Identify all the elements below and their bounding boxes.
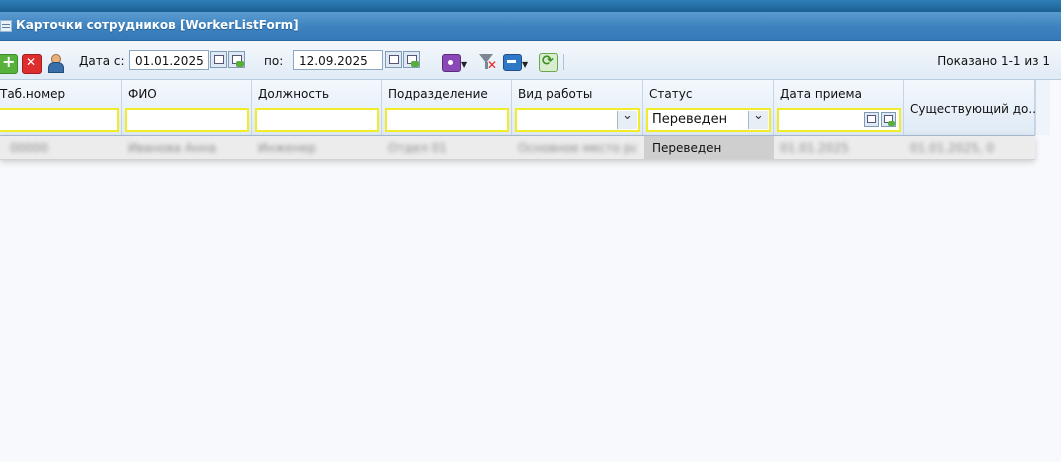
column-title: Дата приема: [780, 87, 862, 101]
filter-fio-input[interactable]: [125, 108, 249, 132]
window-list-icon: [0, 20, 12, 32]
filter-x-mark: ✕: [487, 58, 498, 72]
calendar-icon[interactable]: [864, 112, 879, 127]
user-icon[interactable]: [46, 54, 64, 73]
delete-icon[interactable]: [22, 54, 42, 74]
chevron-down-icon[interactable]: [748, 108, 768, 129]
column-title: Таб.номер: [0, 87, 66, 101]
filter-department-input[interactable]: [385, 108, 509, 132]
date-from-calendar-icon[interactable]: [210, 51, 227, 68]
cell-department: Отдел 01: [388, 141, 447, 155]
cell-status-text: Переведен: [652, 141, 722, 155]
print-icon[interactable]: [503, 54, 522, 71]
toolbar: Дата с: 01.01.2025 по: 12.09.2025 ▼ ✕ ▼ …: [0, 41, 1061, 80]
chevron-down-icon[interactable]: [617, 108, 637, 129]
records-shown-text: Показано 1-1 из 1: [937, 54, 1050, 68]
date-to-calendar-icon[interactable]: [385, 51, 402, 68]
cell-status: Переведен: [644, 136, 774, 159]
add-icon[interactable]: [0, 52, 18, 74]
date-to-input[interactable]: 12.09.2025: [293, 50, 383, 70]
date-from-apply-icon[interactable]: [228, 51, 245, 68]
filter-tab-number-input[interactable]: [0, 108, 119, 132]
actions-menu-icon[interactable]: [442, 54, 461, 72]
print-menu-caret[interactable]: ▼: [522, 60, 528, 69]
column-fio[interactable]: ФИО: [122, 80, 252, 135]
grid-header: Таб.номер ФИО Должность Подразделение Ви…: [0, 80, 1040, 136]
column-department[interactable]: Подразделение: [382, 80, 512, 135]
date-to-apply-icon[interactable]: [403, 51, 420, 68]
cell-fio: Иванова Анна: [128, 141, 217, 155]
date-to-label: по:: [264, 54, 284, 68]
date-from-label: Дата с:: [79, 54, 125, 68]
filter-hire-date-input[interactable]: [777, 108, 901, 132]
column-hire-date[interactable]: Дата приема: [774, 80, 904, 135]
cell-existing: 01.01.2025, 0: [910, 141, 994, 155]
actions-menu-caret[interactable]: ▼: [461, 60, 467, 69]
date-from-input[interactable]: 01.01.2025: [129, 50, 209, 70]
cell-tab-number: 00000: [10, 141, 49, 155]
column-title: Существующий до...: [910, 102, 1040, 116]
column-existing[interactable]: Существующий до...: [904, 80, 1040, 135]
column-title: ФИО: [128, 87, 157, 101]
clear-filter-icon[interactable]: ✕: [478, 53, 498, 72]
table-row[interactable]: 00000 Иванова Анна Инженер Отдел 01 Осно…: [0, 136, 1035, 160]
toolbar-separator: [563, 54, 564, 70]
window-title: Карточки сотрудников [WorkerListForm]: [16, 18, 299, 32]
column-title: Статус: [649, 87, 693, 101]
filter-work-type-select[interactable]: [515, 108, 640, 132]
column-title: Вид работы: [518, 87, 593, 101]
grid-header-scroll-pad: [1035, 80, 1050, 135]
cell-position: Инженер: [258, 141, 316, 155]
column-work-type[interactable]: Вид работы: [512, 80, 643, 135]
column-tab-number[interactable]: Таб.номер: [0, 80, 122, 135]
filter-position-input[interactable]: [255, 108, 379, 132]
cell-work-type: Основное место работы: [518, 141, 636, 155]
window-titlebar: Карточки сотрудников [WorkerListForm]: [0, 12, 1061, 41]
calendar-apply-icon[interactable]: [881, 112, 896, 127]
refresh-icon[interactable]: [539, 53, 558, 72]
filter-status-select[interactable]: Переведен: [646, 108, 771, 132]
column-title: Подразделение: [388, 87, 488, 101]
filter-status-value: Переведен: [652, 112, 728, 127]
column-title: Должность: [258, 87, 330, 101]
column-status[interactable]: Статус Переведен: [643, 80, 774, 135]
user-body: [48, 62, 64, 73]
column-position[interactable]: Должность: [252, 80, 382, 135]
cell-hire-date: 01.01.2025: [780, 141, 849, 155]
